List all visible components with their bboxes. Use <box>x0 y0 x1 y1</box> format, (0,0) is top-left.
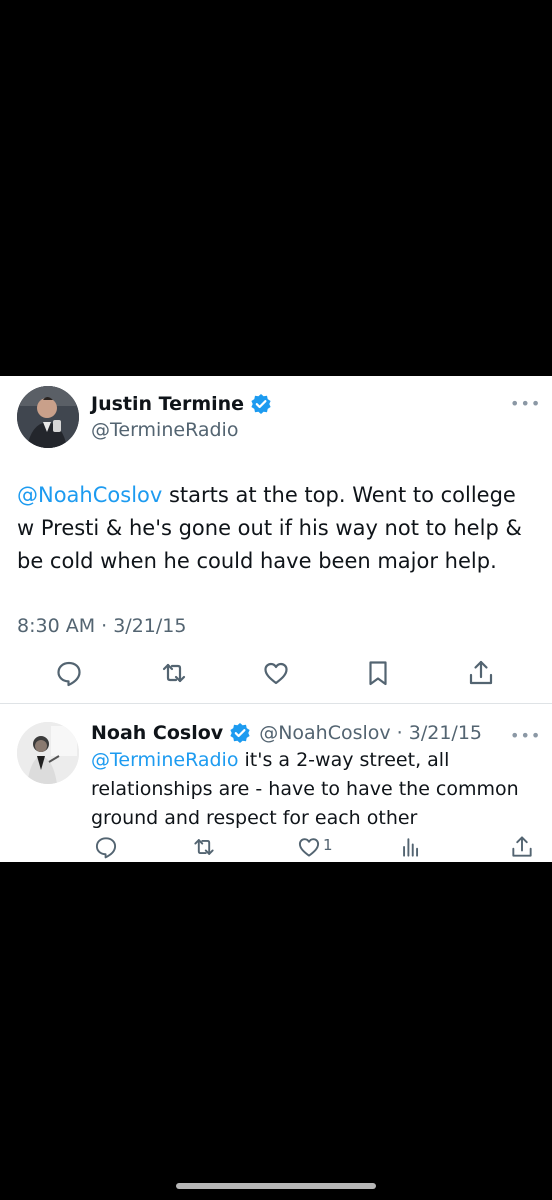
reply-icon[interactable] <box>93 834 119 860</box>
verified-badge-icon <box>229 722 251 744</box>
like-count: 1 <box>323 836 333 854</box>
avatar[interactable] <box>17 722 79 784</box>
author-handle-date[interactable]: @NoahCoslov · 3/21/15 <box>259 722 482 744</box>
tweet-text: @NoahCoslov starts at the top. Went to c… <box>17 479 537 578</box>
more-options-icon[interactable]: ••• <box>510 394 541 413</box>
mention-link[interactable]: @TermineRadio <box>91 749 238 771</box>
avatar[interactable] <box>17 386 79 448</box>
reply-text: @TermineRadio it's a 2-way street, all r… <box>91 746 531 833</box>
reply-icon[interactable] <box>54 658 84 688</box>
reply-author-row: Noah Coslov @NoahCoslov · 3/21/15 <box>91 722 482 744</box>
like-icon[interactable] <box>261 658 291 688</box>
author-name[interactable]: Justin Termine <box>91 393 244 415</box>
tweet-timestamp[interactable]: 8:30 AM · 3/21/15 <box>17 615 186 637</box>
verified-badge-icon <box>250 393 272 415</box>
tweet-actions <box>0 658 552 698</box>
home-indicator[interactable] <box>176 1183 376 1189</box>
tweet-card: Justin Termine @TermineRadio ••• @NoahCo… <box>0 376 552 862</box>
author-name[interactable]: Noah Coslov <box>91 722 223 744</box>
share-icon[interactable] <box>509 834 535 860</box>
views-icon[interactable] <box>398 834 424 860</box>
main-tweet[interactable]: Justin Termine @TermineRadio ••• @NoahCo… <box>0 376 552 703</box>
author-row: Justin Termine <box>91 393 272 415</box>
divider <box>0 703 552 704</box>
like-icon[interactable] <box>296 834 322 860</box>
author-handle[interactable]: @TermineRadio <box>91 419 238 441</box>
retweet-icon[interactable] <box>191 834 217 860</box>
share-icon[interactable] <box>466 658 496 688</box>
retweet-icon[interactable] <box>159 658 189 688</box>
mention-link[interactable]: @NoahCoslov <box>17 483 162 507</box>
bookmark-icon[interactable] <box>363 658 393 688</box>
more-options-icon[interactable]: ••• <box>510 726 541 745</box>
reply-actions: 1 <box>0 834 552 862</box>
